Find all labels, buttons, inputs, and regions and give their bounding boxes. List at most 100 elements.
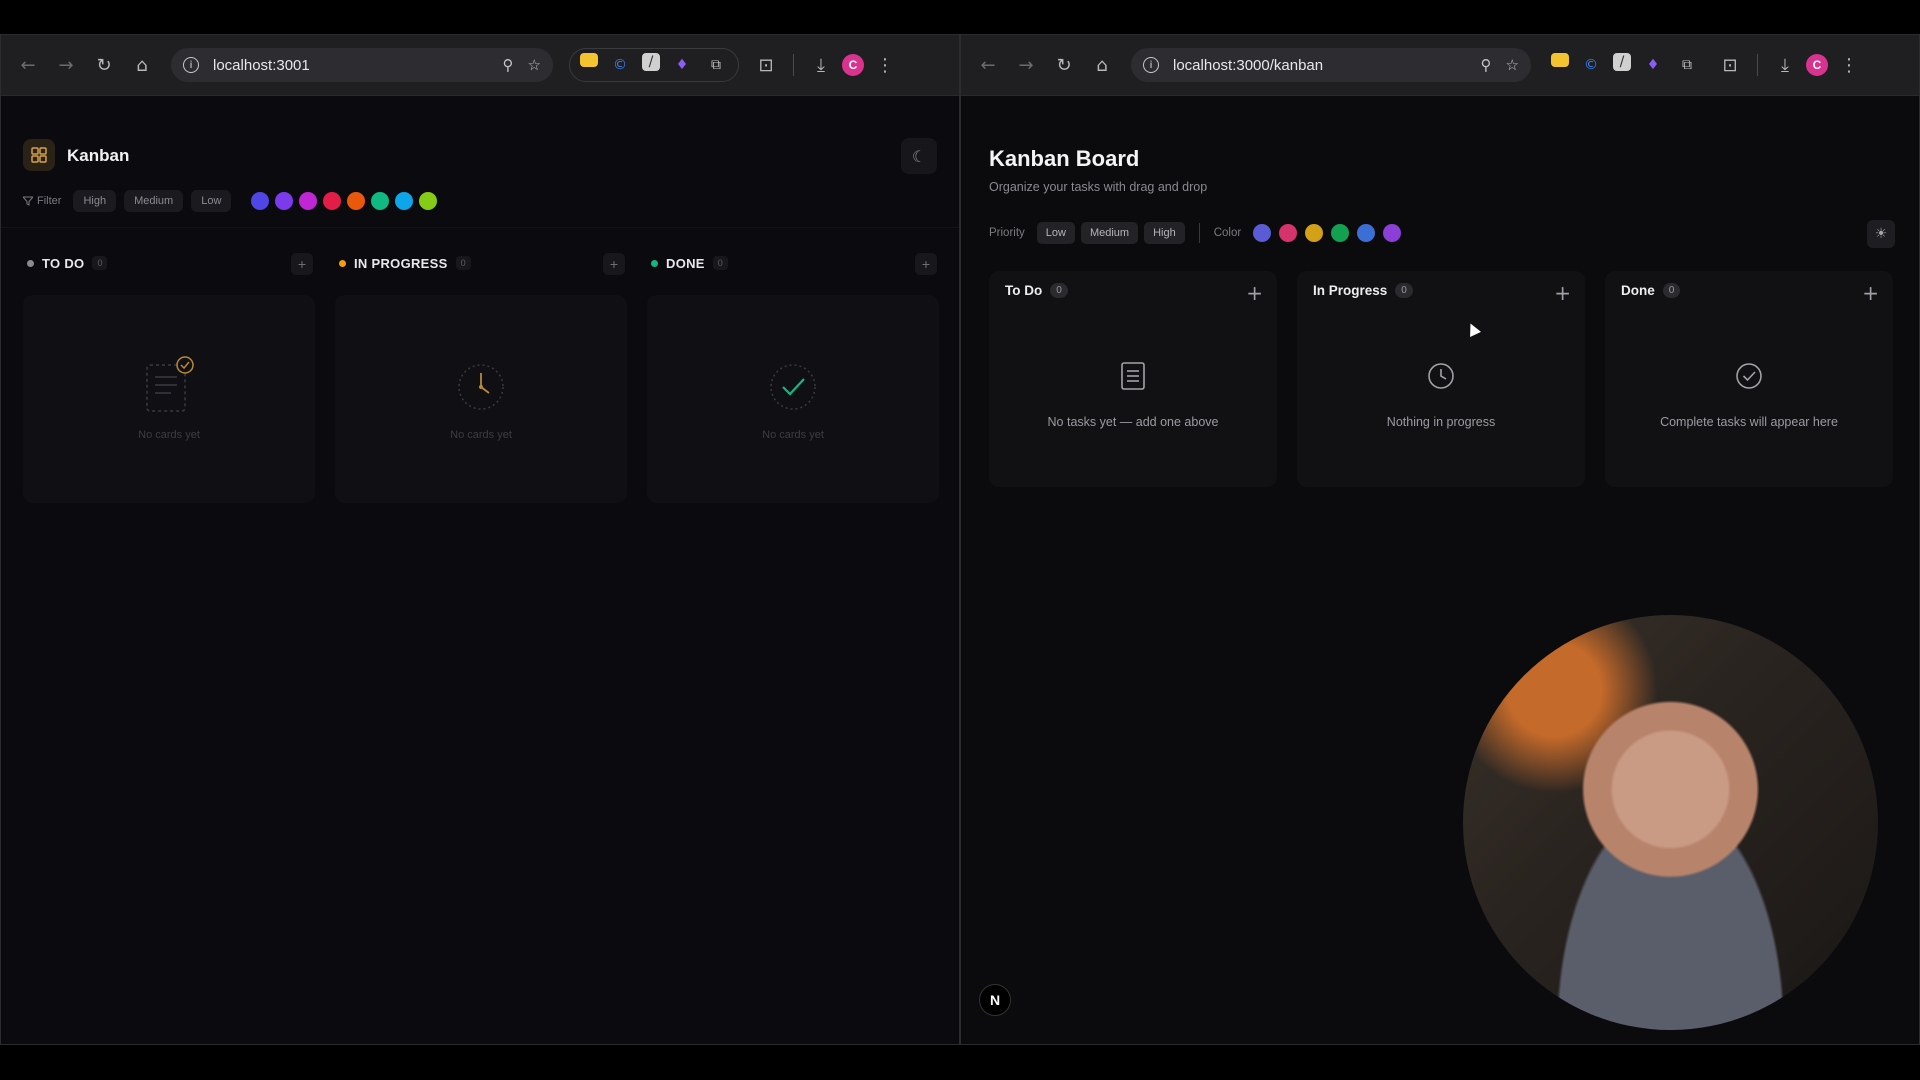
tab-search-icon[interactable]: ⊡ <box>1713 48 1747 82</box>
menu-kebab-icon[interactable]: ⋮ <box>868 48 902 82</box>
empty-state-text: Nothing in progress <box>1386 415 1496 429</box>
bookmark-star-icon[interactable]: ☆ <box>1506 56 1519 74</box>
priority-chip-medium[interactable]: Medium <box>124 190 184 212</box>
add-card-button[interactable]: + <box>291 253 313 275</box>
priority-chip-high[interactable]: High <box>1144 222 1185 244</box>
address-bar[interactable]: i localhost:3001 ⚲ ☆ <box>171 48 553 82</box>
color-label: Color <box>1213 227 1242 239</box>
color-swatch[interactable] <box>1305 224 1324 242</box>
column-in-progress[interactable]: In Progress 0 + Nothing in progress <box>1297 271 1585 487</box>
color-swatch[interactable] <box>1331 224 1350 242</box>
zoom-icon[interactable]: ⚲ <box>1481 56 1492 74</box>
color-swatch[interactable] <box>395 192 414 210</box>
extension-drop-icon[interactable]: ♦ <box>1641 53 1665 77</box>
column-count: 0 <box>712 256 728 270</box>
reload-icon[interactable]: ↻ <box>1047 48 1081 82</box>
extensions-group: © / ♦ ⧉ <box>1547 49 1703 81</box>
home-icon[interactable]: ⌂ <box>125 48 159 82</box>
back-icon[interactable]: ← <box>971 48 1005 82</box>
tab-search-icon[interactable]: ⊡ <box>749 48 783 82</box>
column-count: 0 <box>1395 283 1413 298</box>
home-icon[interactable]: ⌂ <box>1085 48 1119 82</box>
color-swatch[interactable] <box>251 192 270 210</box>
column-count: 0 <box>1050 283 1068 298</box>
theme-toggle-sun-icon[interactable]: ☀ <box>1867 220 1895 248</box>
screen: ← → ↻ ⌂ i localhost:3001 ⚲ ☆ © / ♦ ⧉ ⊡ ⤓… <box>0 0 1920 1080</box>
empty-icon-wrap <box>989 361 1277 391</box>
check-circle-icon <box>1736 363 1762 389</box>
theme-toggle-moon-icon[interactable]: ☾ <box>901 138 937 174</box>
site-info-icon[interactable]: i <box>1143 57 1159 73</box>
site-info-icon[interactable]: i <box>183 57 199 73</box>
extension-note-icon[interactable] <box>1551 53 1569 67</box>
toolbar-separator <box>1757 54 1758 76</box>
add-task-button[interactable]: + <box>1862 281 1879 305</box>
extension-pen-icon[interactable]: / <box>642 53 660 71</box>
download-icon[interactable]: ⤓ <box>804 48 838 82</box>
column-title: DONE <box>666 255 705 271</box>
priority-chip-high[interactable]: High <box>73 190 117 212</box>
color-swatch[interactable] <box>299 192 318 210</box>
column-dropzone[interactable]: No cards yet <box>647 295 939 503</box>
extension-c-icon[interactable]: © <box>608 53 632 77</box>
empty-state-text: Complete tasks will appear here <box>1660 415 1838 429</box>
color-swatch[interactable] <box>275 192 294 210</box>
reload-icon[interactable]: ↻ <box>87 48 121 82</box>
column-dropzone[interactable]: No cards yet <box>23 295 315 503</box>
priority-chip-low[interactable]: Low <box>191 190 232 212</box>
profile-avatar[interactable]: C <box>1806 54 1828 76</box>
add-task-button[interactable]: + <box>1554 281 1571 305</box>
color-swatch[interactable] <box>1279 224 1298 242</box>
zoom-icon[interactable]: ⚲ <box>503 56 514 74</box>
menu-kebab-icon[interactable]: ⋮ <box>1832 48 1866 82</box>
column-done: DONE 0 + No cards yet <box>647 245 939 503</box>
column-count: 0 <box>455 256 471 270</box>
color-swatch[interactable] <box>1383 224 1402 242</box>
back-icon[interactable]: ← <box>11 48 45 82</box>
download-icon[interactable]: ⤓ <box>1768 48 1802 82</box>
nextjs-dev-badge[interactable]: N <box>979 984 1011 1016</box>
column-todo[interactable]: To Do 0 + No tasks yet — add one above <box>989 271 1277 487</box>
color-swatch[interactable] <box>1253 224 1272 242</box>
add-card-button[interactable]: + <box>603 253 625 275</box>
color-swatch[interactable] <box>323 192 342 210</box>
color-swatch[interactable] <box>419 192 438 210</box>
extensions-group: © / ♦ ⧉ <box>569 48 739 82</box>
extension-pen-icon[interactable]: / <box>1613 53 1631 71</box>
column-header: To Do 0 <box>1005 283 1068 298</box>
column-status-dot <box>27 259 34 267</box>
color-swatch[interactable] <box>1357 224 1376 242</box>
left-browser-window: ← → ↻ ⌂ i localhost:3001 ⚲ ☆ © / ♦ ⧉ ⊡ ⤓… <box>0 34 960 1045</box>
extensions-puzzle-icon[interactable]: ⧉ <box>1675 53 1699 77</box>
add-card-button[interactable]: + <box>915 253 937 275</box>
color-swatch[interactable] <box>347 192 366 210</box>
app-logo <box>23 139 55 171</box>
empty-state-text: No tasks yet — add one above <box>1047 415 1219 429</box>
column-dropzone[interactable]: No cards yet <box>335 295 627 503</box>
extension-note-icon[interactable] <box>580 53 598 67</box>
priority-chip-medium[interactable]: Medium <box>1080 222 1139 244</box>
extensions-puzzle-icon[interactable]: ⧉ <box>704 53 728 77</box>
grid-icon <box>31 147 47 163</box>
column-done[interactable]: Done 0 + Complete tasks will appear here <box>1605 271 1893 487</box>
color-swatch[interactable] <box>371 192 390 210</box>
clock-icon <box>1428 363 1454 389</box>
forward-icon[interactable]: → <box>1009 48 1043 82</box>
clipboard-check-icon <box>146 356 194 412</box>
bookmark-star-icon[interactable]: ☆ <box>528 56 541 74</box>
add-task-button[interactable]: + <box>1246 281 1263 305</box>
clock-icon <box>458 364 504 410</box>
profile-avatar[interactable]: C <box>842 54 864 76</box>
column-header: TO DO 0 + <box>23 245 315 281</box>
extension-c-icon[interactable]: © <box>1579 53 1603 77</box>
check-circle-icon <box>770 364 816 410</box>
forward-icon[interactable]: → <box>49 48 83 82</box>
filter-funnel-icon <box>23 196 33 206</box>
column-title: In Progress <box>1313 283 1388 298</box>
priority-chip-low[interactable]: Low <box>1036 222 1075 244</box>
extension-drop-icon[interactable]: ♦ <box>670 53 694 77</box>
color-swatches <box>251 192 438 210</box>
address-bar[interactable]: i localhost:3000/kanban ⚲ ☆ <box>1131 48 1531 82</box>
toolbar-separator <box>793 54 794 76</box>
filter-label: Filter <box>23 195 61 207</box>
